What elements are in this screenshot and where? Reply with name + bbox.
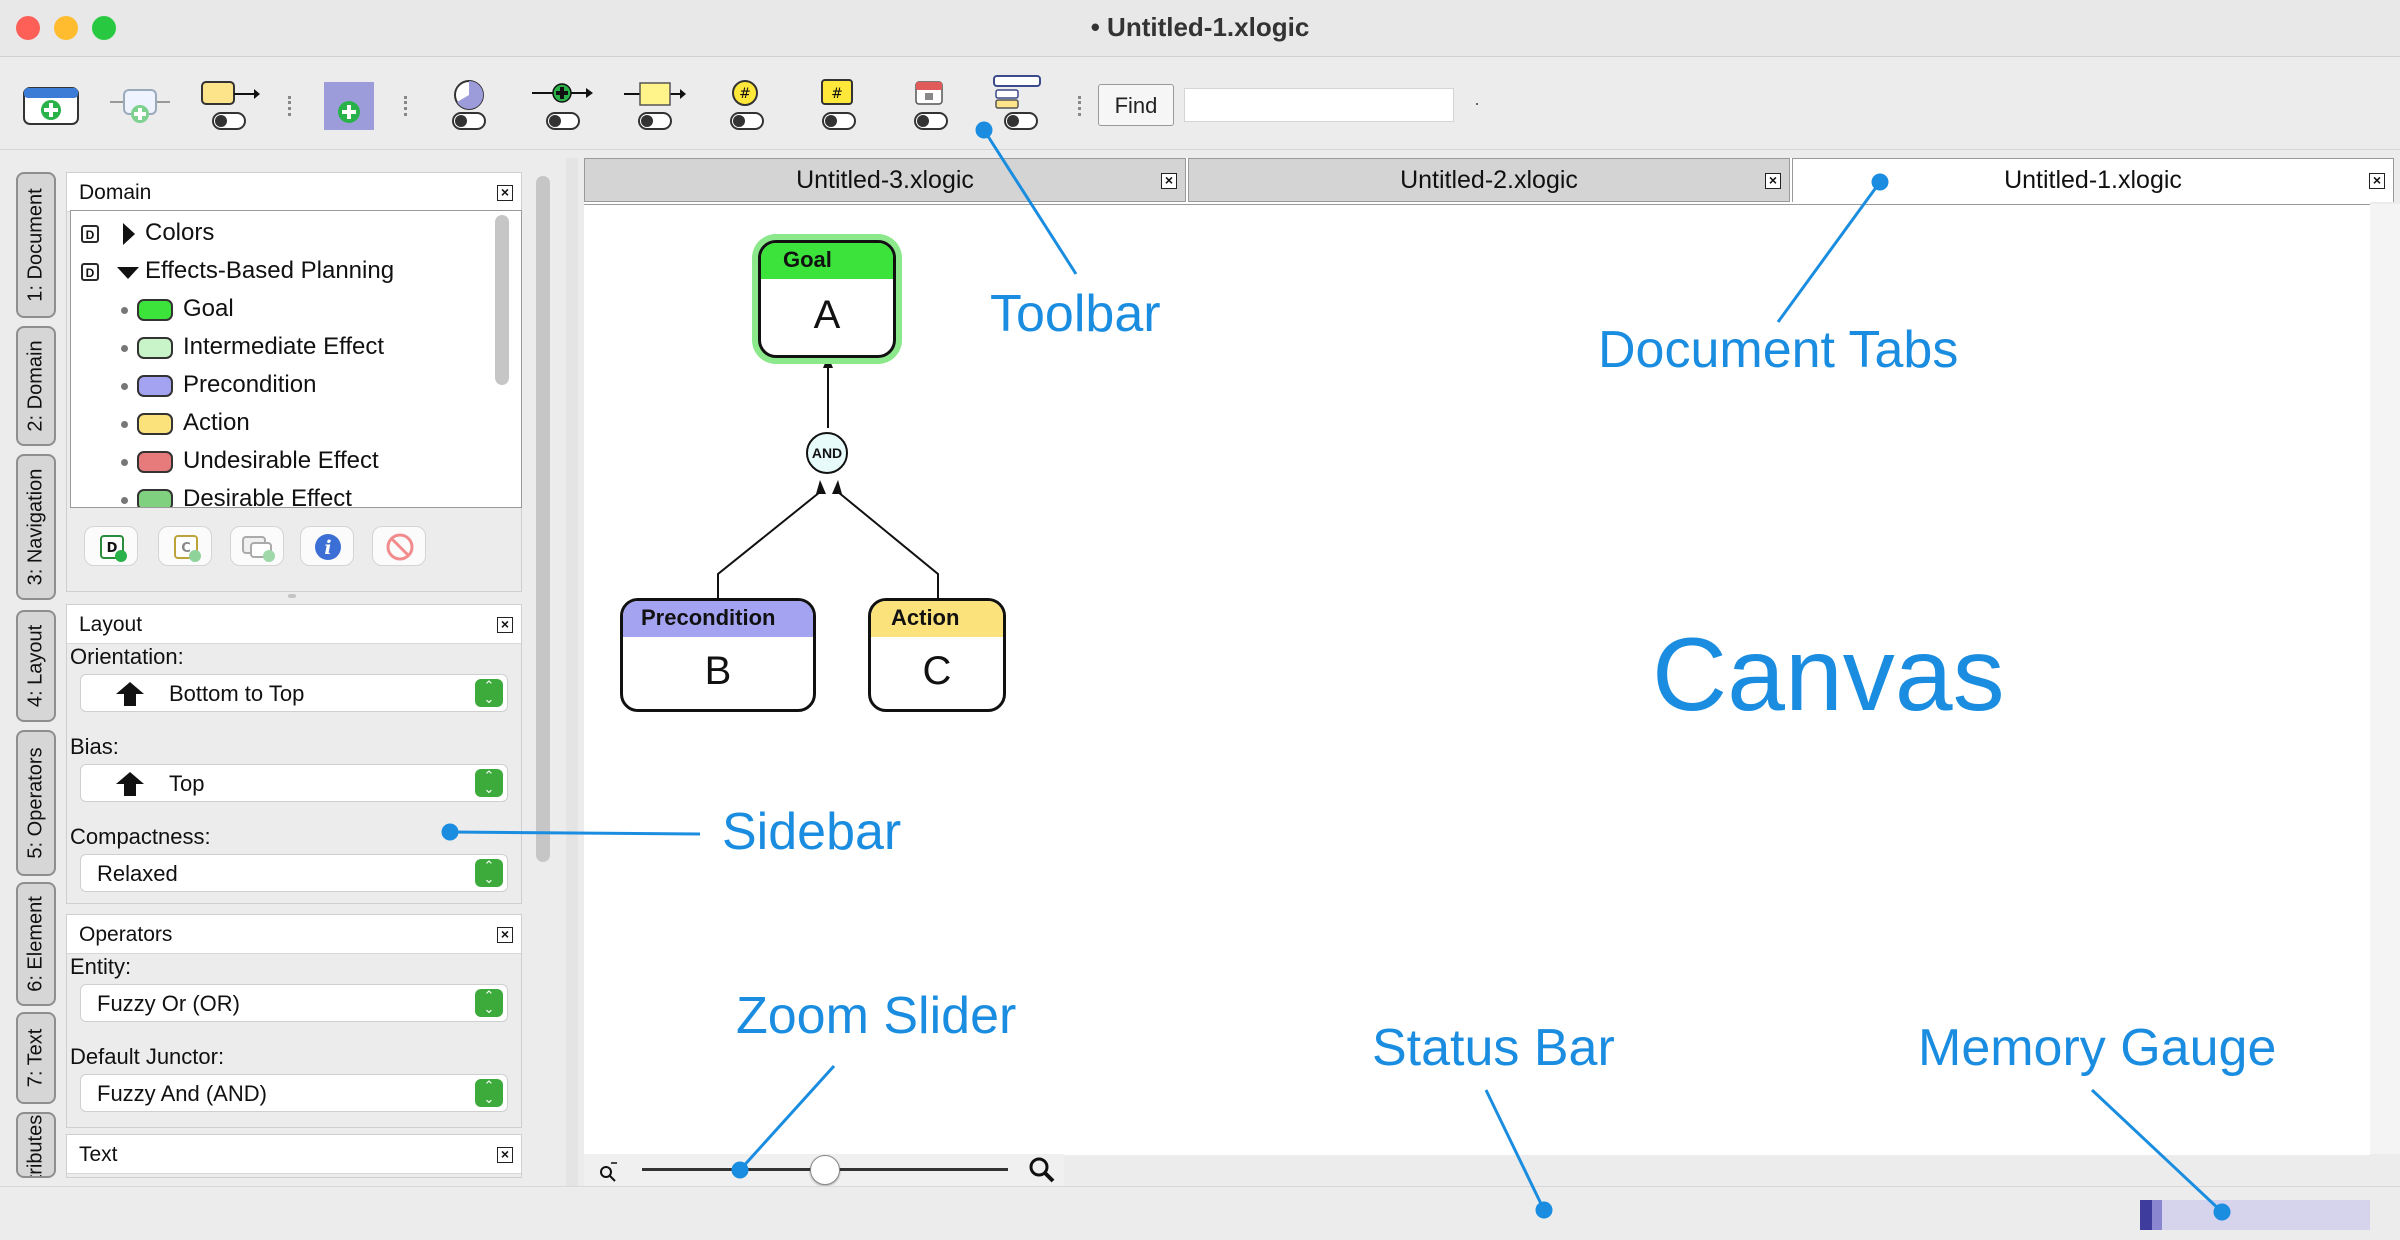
annotation-document-tabs: Document Tabs <box>1598 321 1959 379</box>
annotation-zoom-slider: Zoom Slider <box>736 987 1017 1045</box>
annotation-canvas: Canvas <box>1652 617 2005 733</box>
annotation-status-bar: Status Bar <box>1372 1019 1615 1077</box>
annotation-toolbar: Toolbar <box>990 285 1161 343</box>
annotation-sidebar: Sidebar <box>722 803 902 861</box>
annotation-memory-gauge: Memory Gauge <box>1918 1019 2277 1077</box>
app-window: • Untitled-1.xlogic # # Find 1: Document… <box>0 0 2400 1240</box>
